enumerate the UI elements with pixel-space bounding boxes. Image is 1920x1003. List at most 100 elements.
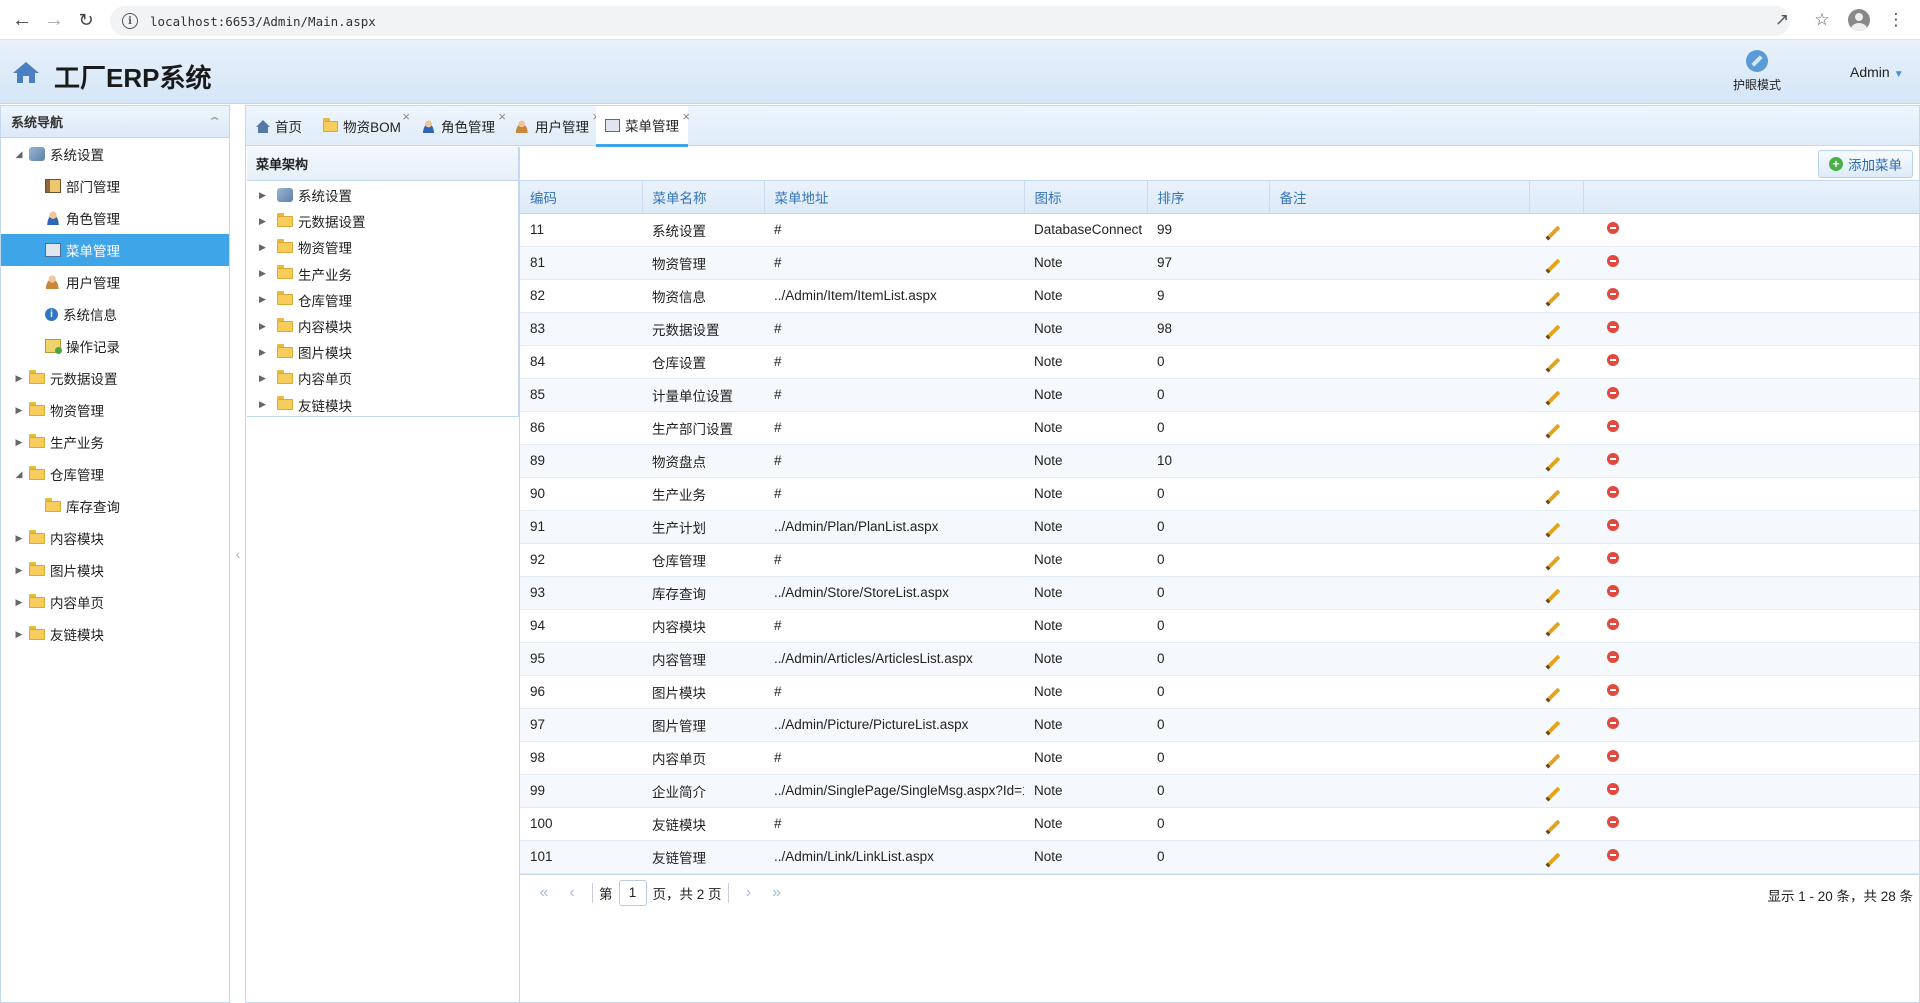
sidebar-item[interactable]: ▶ 物资管理 (1, 394, 229, 426)
collapsed-arrow-icon[interactable]: ▶ (259, 216, 271, 227)
edit-pencil-icon[interactable] (1547, 324, 1561, 338)
table-row[interactable]: 82 物资信息 ../Admin/Item/ItemList.aspx Note 9 (520, 279, 1919, 313)
edit-pencil-icon[interactable] (1547, 621, 1561, 635)
delete-icon[interactable] (1607, 222, 1619, 234)
sidebar-item[interactable]: ▶ 元数据设置 (1, 362, 229, 394)
delete-icon[interactable] (1607, 816, 1619, 828)
table-row[interactable]: 98 内容单页 # Note 0 (520, 741, 1919, 775)
collapsed-arrow-icon[interactable]: ▶ (13, 565, 25, 576)
add-menu-button[interactable]: + 添加菜单 (1818, 149, 1913, 178)
delete-icon[interactable] (1607, 387, 1619, 399)
table-row[interactable]: 99 企业简介 ../Admin/SinglePage/SingleMsg.aspx… (520, 774, 1919, 808)
collapsed-arrow-icon[interactable]: ▶ (13, 405, 25, 416)
structure-item[interactable]: ▶ 元数据设置 (247, 208, 518, 234)
bookmark-star-icon[interactable]: ☆ (1808, 6, 1836, 34)
edit-pencil-icon[interactable] (1547, 357, 1561, 371)
edit-pencil-icon[interactable] (1547, 291, 1561, 305)
delete-icon[interactable] (1607, 585, 1619, 597)
table-row[interactable]: 81 物资管理 # Note 97 (520, 246, 1919, 280)
last-page-icon[interactable]: » (763, 884, 791, 902)
sidebar-item[interactable]: 操作记录 (1, 330, 229, 362)
table-row[interactable]: 11 系统设置 # DatabaseConnect 99 (520, 213, 1919, 247)
edit-pencil-icon[interactable] (1547, 588, 1561, 602)
table-row[interactable]: 92 仓库管理 # Note 0 (520, 543, 1919, 577)
structure-item[interactable]: ▶ 仓库管理 (247, 287, 518, 313)
collapsed-arrow-icon[interactable]: ▶ (259, 190, 271, 201)
collapsed-arrow-icon[interactable]: ▶ (13, 437, 25, 448)
structure-item[interactable]: ▶ 图片模块 (247, 339, 518, 365)
sidebar-item[interactable]: ◢ 系统设置 (1, 138, 229, 170)
page-number-input[interactable]: 1 (618, 880, 647, 906)
collapsed-arrow-icon[interactable]: ▶ (259, 373, 271, 384)
delete-icon[interactable] (1607, 783, 1619, 795)
share-icon[interactable]: ↗ (1768, 6, 1796, 34)
tab[interactable]: 物资BOM × (316, 106, 410, 146)
table-row[interactable]: 84 仓库设置 # Note 0 (520, 345, 1919, 379)
structure-item[interactable]: ▶ 物资管理 (247, 234, 518, 260)
column-header[interactable]: 图标 (1024, 181, 1148, 214)
edit-pencil-icon[interactable] (1547, 786, 1561, 800)
column-header[interactable]: 编码 (520, 181, 643, 214)
delete-icon[interactable] (1607, 255, 1619, 267)
collapsed-arrow-icon[interactable]: ▶ (259, 399, 271, 410)
edit-pencil-icon[interactable] (1547, 687, 1561, 701)
edit-pencil-icon[interactable] (1547, 522, 1561, 536)
expanded-arrow-icon[interactable]: ◢ (13, 469, 25, 480)
collapsed-arrow-icon[interactable]: ▶ (13, 533, 25, 544)
table-row[interactable]: 97 图片管理 ../Admin/Picture/PictureList.aspx N… (520, 708, 1919, 742)
close-icon[interactable]: × (498, 109, 506, 124)
structure-item[interactable]: ▶ 友链模块 (247, 392, 518, 418)
delete-icon[interactable] (1607, 684, 1619, 696)
sidebar-item[interactable]: 库存查询 (1, 490, 229, 522)
table-row[interactable]: 89 物资盘点 # Note 10 (520, 444, 1919, 478)
column-header[interactable]: 菜单地址 (764, 181, 1025, 214)
delete-icon[interactable] (1607, 420, 1619, 432)
sidebar-item[interactable]: ◢ 仓库管理 (1, 458, 229, 490)
collapsed-arrow-icon[interactable]: ▶ (259, 294, 271, 305)
table-row[interactable]: 83 元数据设置 # Note 98 (520, 312, 1919, 346)
collapsed-arrow-icon[interactable]: ▶ (13, 373, 25, 384)
sidebar-item[interactable]: ▶ 内容模块 (1, 522, 229, 554)
sidebar-item[interactable]: ▶ 图片模块 (1, 554, 229, 586)
delete-icon[interactable] (1607, 321, 1619, 333)
sidebar-item[interactable]: ▶ 友链模块 (1, 618, 229, 650)
chevron-left-icon[interactable]: ‹ (236, 546, 241, 562)
column-header[interactable]: 排序 (1147, 181, 1270, 214)
next-page-icon[interactable]: › (735, 884, 763, 902)
delete-icon[interactable] (1607, 618, 1619, 630)
structure-item[interactable]: ▶ 生产业务 (247, 261, 518, 287)
column-header[interactable]: 备注 (1269, 181, 1530, 214)
delete-icon[interactable] (1607, 519, 1619, 531)
edit-pencil-icon[interactable] (1547, 225, 1561, 239)
delete-icon[interactable] (1607, 849, 1619, 861)
table-row[interactable]: 94 内容模块 # Note 0 (520, 609, 1919, 643)
edit-pencil-icon[interactable] (1547, 852, 1561, 866)
collapsed-arrow-icon[interactable]: ▶ (259, 321, 271, 332)
back-icon[interactable]: ← (6, 4, 38, 36)
collapsed-arrow-icon[interactable]: ▶ (259, 268, 271, 279)
table-row[interactable]: 95 内容管理 ../Admin/Articles/ArticlesList.asp… (520, 642, 1919, 676)
close-icon[interactable]: × (682, 109, 690, 124)
structure-item[interactable]: ▶ 内容单页 (247, 365, 518, 391)
collapsed-arrow-icon[interactable]: ▶ (259, 242, 271, 253)
close-icon[interactable]: × (402, 109, 410, 124)
address-bar[interactable]: i localhost:6653/Admin/Main.aspx (110, 6, 1790, 36)
table-row[interactable]: 90 生产业务 # Note 0 (520, 477, 1919, 511)
edit-pencil-icon[interactable] (1547, 654, 1561, 668)
column-header[interactable]: 菜单名称 (642, 181, 765, 214)
reload-icon[interactable]: ↻ (70, 4, 102, 36)
site-info-icon[interactable]: i (122, 13, 138, 29)
delete-icon[interactable] (1607, 750, 1619, 762)
sidebar-splitter[interactable]: ‹ (231, 105, 245, 1003)
table-row[interactable]: 85 计量单位设置 # Note 0 (520, 378, 1919, 412)
sidebar-item[interactable]: 菜单管理 (1, 234, 229, 266)
edit-pencil-icon[interactable] (1547, 819, 1561, 833)
collapsed-arrow-icon[interactable]: ▶ (259, 347, 271, 358)
delete-icon[interactable] (1607, 651, 1619, 663)
sidebar-item[interactable]: ▶ 内容单页 (1, 586, 229, 618)
table-row[interactable]: 101 友链管理 ../Admin/Link/LinkList.aspx Note 0 (520, 840, 1919, 874)
delete-icon[interactable] (1607, 453, 1619, 465)
edit-pencil-icon[interactable] (1547, 720, 1561, 734)
edit-pencil-icon[interactable] (1547, 489, 1561, 503)
tab[interactable]: 角色管理 × (412, 106, 506, 146)
